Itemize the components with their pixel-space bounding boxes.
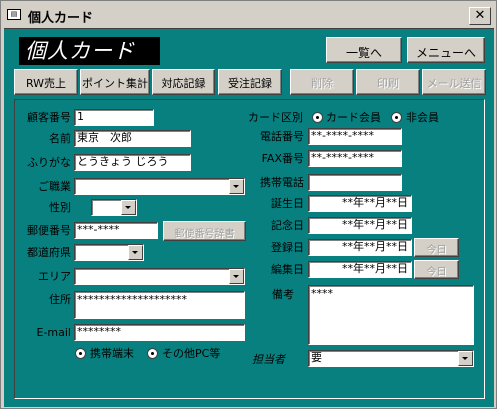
- name-field[interactable]: 東京 次郎: [74, 130, 191, 147]
- menu-button[interactable]: メニューへ: [407, 37, 485, 63]
- point-summary-button[interactable]: ポイント集計: [80, 69, 150, 95]
- birthday-label: 誕生日: [271, 197, 304, 210]
- notes-field[interactable]: ****: [308, 285, 474, 345]
- fax-field[interactable]: **-****-****: [308, 150, 402, 167]
- form-body: 個人カード 一覧へ メニューへ RW売上 ポイント集計 対応記録 受注記録 削除…: [4, 28, 494, 407]
- occupation-dropdown-icon[interactable]: [229, 179, 244, 194]
- list-button[interactable]: 一覧へ: [326, 37, 402, 63]
- gender-dropdown-icon[interactable]: [121, 200, 136, 215]
- postal-label: 郵便番号: [27, 224, 71, 237]
- anniversary-label: 記念日: [271, 219, 304, 232]
- address-field[interactable]: ********************: [74, 291, 245, 319]
- window-title: 個人カード: [28, 11, 94, 26]
- furigana-label: ふりがな: [27, 156, 71, 169]
- furigana-field[interactable]: とうきょう じろう: [74, 154, 191, 171]
- prefecture-label: 都道府県: [27, 246, 71, 259]
- area-dropdown-icon[interactable]: [229, 269, 244, 284]
- rw-sales-button[interactable]: RW売上: [14, 69, 78, 95]
- area-select[interactable]: [74, 268, 245, 285]
- non-member-label: 非会員: [406, 111, 439, 124]
- birthday-field[interactable]: **年**月**日: [308, 195, 412, 212]
- print-button[interactable]: 印刷: [356, 69, 420, 95]
- occupation-select[interactable]: [74, 178, 245, 195]
- postal-field[interactable]: ***-****: [74, 222, 158, 239]
- staff-dropdown-icon[interactable]: [458, 351, 473, 366]
- name-label: 名前: [49, 132, 71, 145]
- card-member-label: カード会員: [326, 111, 381, 124]
- mobile-field[interactable]: [308, 174, 402, 191]
- edited-label: 編集日: [271, 263, 304, 276]
- form-icon: ▤: [7, 9, 21, 20]
- registered-field[interactable]: **年**月**日: [308, 239, 412, 256]
- staff-select[interactable]: 要: [308, 350, 474, 367]
- anniversary-field[interactable]: **年**月**日: [308, 217, 412, 234]
- card-member-radio[interactable]: [312, 112, 323, 123]
- registered-today-button[interactable]: 今日: [414, 238, 459, 257]
- phone-label: 電話番号: [260, 130, 304, 143]
- address-label: 住所: [49, 293, 71, 306]
- delete-button[interactable]: 削除: [290, 69, 354, 95]
- non-member-radio[interactable]: [391, 112, 402, 123]
- mobile-label: 携帯電話: [260, 176, 304, 189]
- area-label: エリア: [38, 270, 71, 283]
- card-type-label: カード区別: [248, 111, 303, 124]
- email-mobile-label: 携帯端末: [90, 347, 134, 360]
- order-log-button[interactable]: 受注記録: [218, 69, 282, 95]
- occupation-label: ご職業: [38, 180, 71, 193]
- email-pc-label: その他PC等: [162, 347, 221, 360]
- gender-label: 性別: [49, 201, 71, 214]
- form-banner: 個人カード: [19, 37, 160, 65]
- email-mobile-radio[interactable]: [75, 348, 86, 359]
- prefecture-dropdown-icon[interactable]: [128, 245, 143, 260]
- edited-today-button[interactable]: 今日: [414, 260, 459, 279]
- email-label: E-mail: [36, 326, 72, 339]
- email-pc-radio[interactable]: [147, 348, 158, 359]
- registered-label: 登録日: [271, 241, 304, 254]
- phone-field[interactable]: **-****-****: [308, 128, 402, 145]
- notes-label: 備考: [272, 288, 294, 301]
- email-field[interactable]: ********: [74, 324, 245, 341]
- window: ▤ 個人カード ✕ 個人カード 一覧へ メニューへ RW売上 ポイント集計 対応…: [0, 0, 497, 409]
- title-bar: ▤ 個人カード ✕: [3, 3, 494, 27]
- edited-field[interactable]: **年**月**日: [308, 261, 412, 278]
- fax-label: FAX番号: [261, 152, 304, 165]
- support-log-button[interactable]: 対応記録: [152, 69, 215, 95]
- postal-dictionary-button[interactable]: 郵便番号辞書: [163, 221, 246, 241]
- customer-no-label: 顧客番号: [27, 111, 71, 124]
- staff-label: 担当者: [252, 353, 285, 366]
- customer-no-field[interactable]: 1: [74, 109, 154, 126]
- close-button[interactable]: ✕: [469, 7, 491, 25]
- send-mail-button[interactable]: メール送信: [422, 69, 486, 95]
